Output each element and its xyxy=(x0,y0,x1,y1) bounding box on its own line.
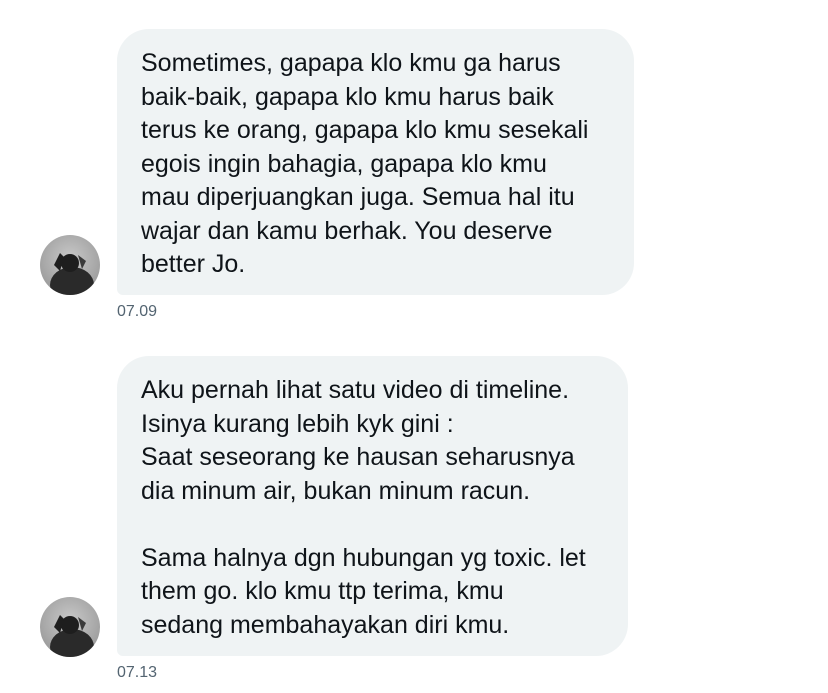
received-message-2: Aku pernah lihat satu video di timeline.… xyxy=(0,0,828,693)
sender-avatar[interactable] xyxy=(40,597,100,657)
message-thread: Sometimes, gapapa klo kmu ga harus baik-… xyxy=(0,0,828,693)
message-timestamp: 07.13 xyxy=(117,664,158,681)
profile-photo-icon xyxy=(50,615,94,657)
message-bubble[interactable]: Aku pernah lihat satu video di timeline.… xyxy=(117,356,628,656)
